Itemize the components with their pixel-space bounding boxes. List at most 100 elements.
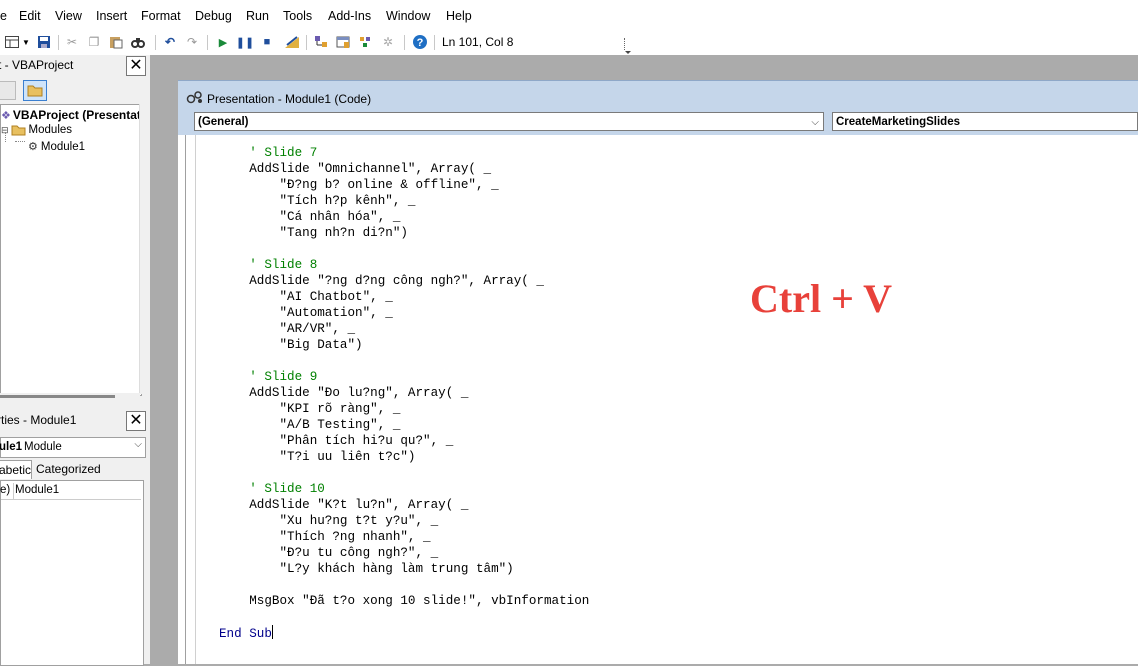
menu-help[interactable]: Help [446,9,472,23]
menu-edit[interactable]: Edit [19,9,41,23]
code-line[interactable]: "Big Data") [219,337,362,353]
toolbar-separator [404,35,405,50]
properties-grid: e) Module1 [0,480,144,666]
shortcut-annotation: Ctrl + V [750,276,893,321]
paste-icon[interactable] [108,34,124,50]
object-browser-icon[interactable] [357,34,373,50]
view-object-icon[interactable] [0,81,16,100]
menu-view[interactable]: View [55,9,82,23]
code-line[interactable]: "A/B Testing", _ [219,417,400,433]
scrollbar-thumb[interactable] [0,395,115,398]
code-line[interactable]: "Đ?u tu công ngh?", _ [219,545,438,561]
project-tree-horizontal-scrollbar[interactable] [0,393,140,403]
vbaproject-icon: ❖ [1,109,11,122]
code-line[interactable]: "L?y khách hàng làm trung tâm") [219,561,513,577]
procedure-combo[interactable]: CreateMarketingSlides [832,112,1138,131]
properties-window-icon[interactable] [335,34,351,50]
project-explorer-titlebar: t - VBAProject ✕ [0,55,150,76]
code-line[interactable]: ' Slide 8 [219,257,317,273]
code-line[interactable]: ' Slide 10 [219,481,325,497]
menu-bar: e Edit View Insert Format Debug Run Tool… [0,0,1138,31]
properties-tabs: abetic Categorized [0,460,150,480]
code-line[interactable]: "Xu hu?ng t?t y?u", _ [219,513,438,529]
code-line[interactable]: "Tang nh?n di?n") [219,225,407,241]
menu-run[interactable]: Run [246,9,269,23]
object-combo[interactable]: (General) ⌵ [194,112,824,131]
tree-connector [5,132,6,142]
copy-icon[interactable]: ❐ [86,34,102,50]
cut-icon[interactable]: ✂ [64,34,80,50]
menu-debug[interactable]: Debug [195,9,232,23]
design-mode-icon[interactable] [283,34,301,50]
standard-toolbar: ▼ ✂ ❐ ↶ ↷ ▶ ❚❚ ■ ✲ ? [0,31,1138,55]
code-window: Presentation - Module1 (Code) (General) … [178,80,1138,664]
menu-window[interactable]: Window [386,9,430,23]
close-project-explorer-button[interactable]: ✕ [126,56,146,76]
redo-icon[interactable]: ↷ [184,34,200,50]
code-line[interactable]: AddSlide "Đo lu?ng", Array( _ [219,385,468,401]
menu-insert[interactable]: Insert [96,9,127,23]
toolbar-separator [155,35,156,50]
save-icon[interactable] [36,34,52,50]
toolbar-separator [207,35,208,50]
chevron-down-icon[interactable]: ⌵ [134,439,142,450]
code-line[interactable]: "Automation", _ [219,305,392,321]
properties-object-combo[interactable]: ule1 Module ⌵ [0,437,146,458]
view-excel-icon[interactable] [4,34,20,50]
tree-item-modules[interactable]: ⊟ Modules [1,124,72,136]
code-line[interactable]: "Cá nhân hóa", _ [219,209,400,225]
code-line[interactable]: ' Slide 7 [219,145,317,161]
code-line[interactable]: "Thích ?ng nhanh", _ [219,529,430,545]
code-line[interactable]: AddSlide "Omnichannel", Array( _ [219,161,491,177]
code-line[interactable]: AddSlide "K?t lu?n", Array( _ [219,497,468,513]
project-explorer-icon[interactable] [313,34,329,50]
undo-icon[interactable]: ↶ [162,34,178,50]
toggle-folders-icon[interactable] [23,80,47,101]
tab-categorized[interactable]: Categorized [36,460,101,478]
code-line[interactable]: "Đ?ng b? online & offline", _ [219,177,498,193]
module-icon [186,91,202,104]
project-explorer-toolbar [0,78,150,104]
property-row-name[interactable]: e) Module1 [0,483,141,500]
code-line[interactable]: End Sub [219,625,273,641]
toolbar-separator [434,35,435,50]
code-window-titlebar: Presentation - Module1 (Code) [178,80,1138,111]
menu-tools[interactable]: Tools [283,9,312,23]
run-icon[interactable]: ▶ [215,34,231,50]
code-line[interactable]: AddSlide "?ng d?ng công ngh?", Array( _ [219,273,544,289]
properties-title: rties - Module1 [0,413,77,427]
code-line[interactable]: "AR/VR", _ [219,321,355,337]
code-line[interactable]: "KPI rõ ràng", _ [219,401,400,417]
menu-addins[interactable]: Add-Ins [328,9,371,23]
dropdown-arrow-icon[interactable]: ▼ [22,34,30,50]
properties-titlebar: rties - Module1 ✕ [0,410,150,431]
text-caret [271,625,273,639]
tree-item-module1[interactable]: ⚙ Module1 [28,140,85,154]
toolbox-icon[interactable]: ✲ [380,34,396,50]
code-window-combo-bar: (General) ⌵ CreateMarketingSlides [178,110,1138,135]
project-tree: ❖ VBAProject (Presentati ⊟ Modules ⚙ Mod… [0,104,144,396]
tab-alphabetic[interactable]: abetic [0,460,32,479]
menu-format[interactable]: Format [141,9,181,23]
code-line[interactable]: "AI Chatbot", _ [219,289,392,305]
toolbar-options-grip[interactable] [624,38,631,54]
code-line[interactable]: MsgBox "Đã t?o xong 10 slide!", vbInform… [219,593,589,609]
break-icon[interactable]: ❚❚ [236,34,254,50]
help-icon[interactable]: ? [411,34,429,50]
close-properties-button[interactable]: ✕ [126,411,146,431]
code-line[interactable]: "Tích h?p kênh", _ [219,193,415,209]
toolbar-separator [306,35,307,50]
code-line[interactable]: ' Slide 9 [219,369,317,385]
module-icon: ⚙ [28,141,38,153]
code-line[interactable]: "T?i uu liên t?c") [219,449,415,465]
reset-icon[interactable]: ■ [259,34,275,50]
chevron-down-icon[interactable]: ⌵ [811,113,819,132]
grid-divider [13,483,14,499]
toolbar-separator [58,35,59,50]
menu-file[interactable]: e [0,9,7,23]
project-tree-vertical-scrollbar[interactable] [139,104,149,394]
tree-item-vbaproject[interactable]: ❖ VBAProject (Presentati [1,108,144,122]
code-editor[interactable]: ' Slide 7 AddSlide "Omnichannel", Array(… [185,135,1138,664]
code-line[interactable]: "Phân tích hi?u qu?", _ [219,433,453,449]
find-icon[interactable] [130,34,146,50]
